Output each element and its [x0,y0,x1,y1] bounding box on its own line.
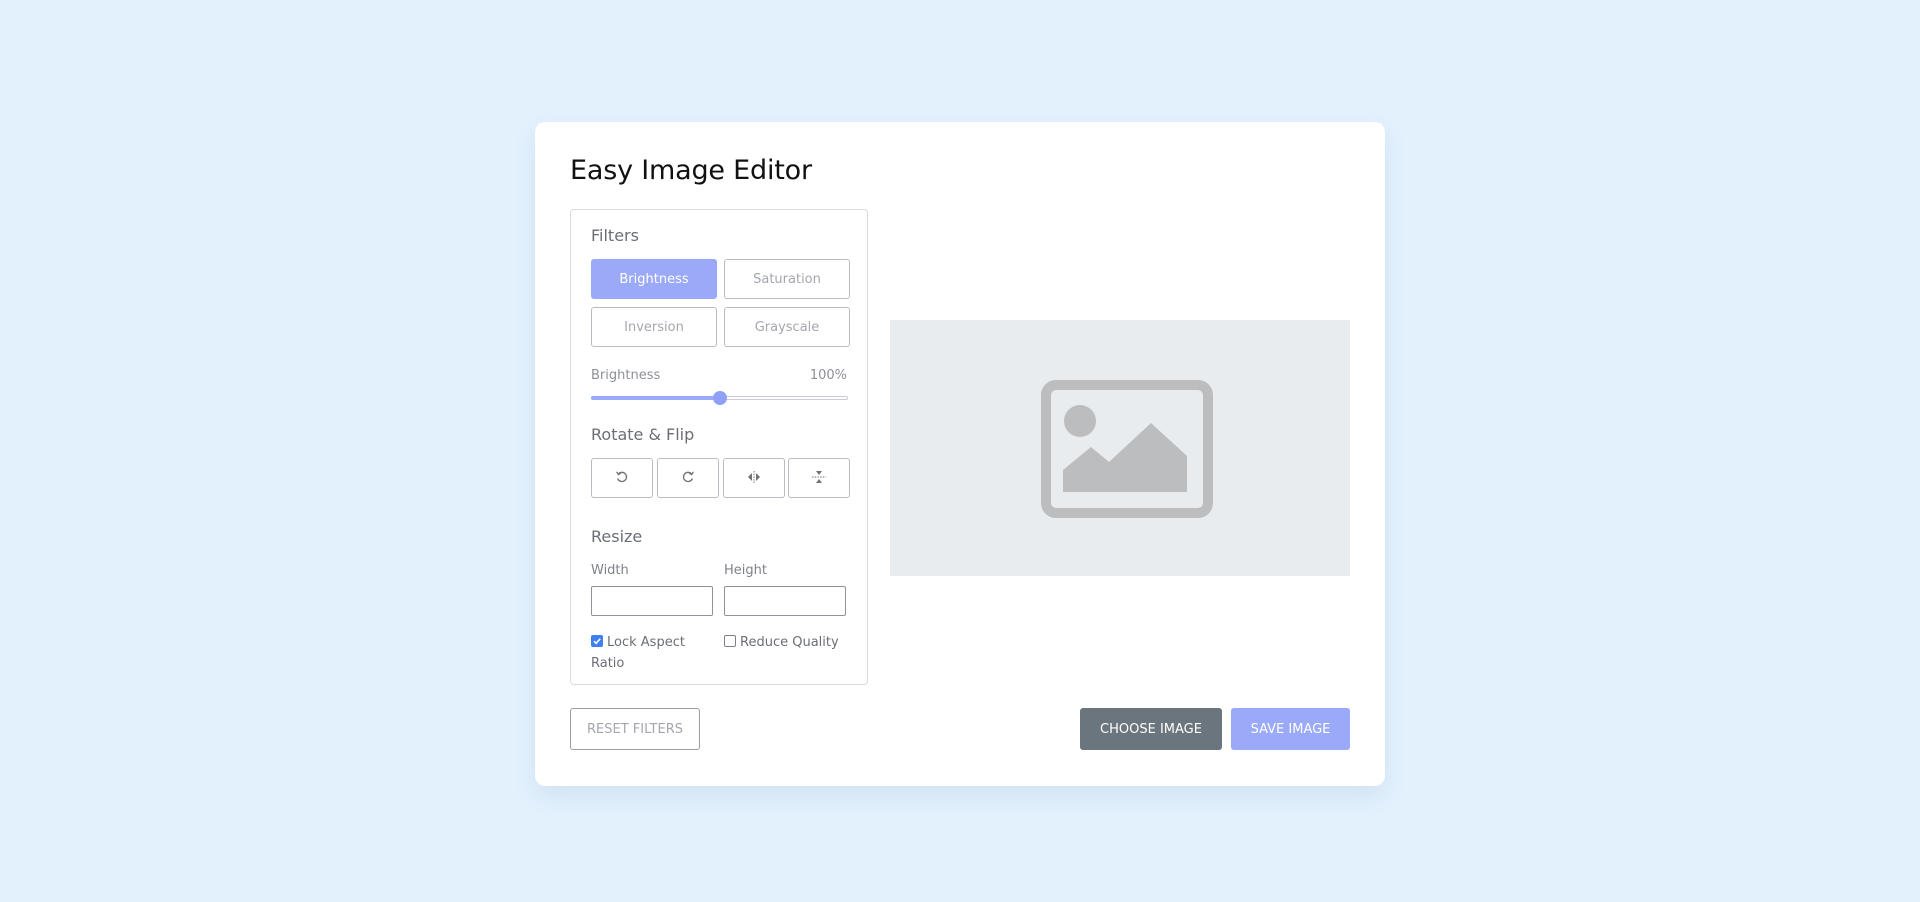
lock-aspect-ratio-label: Lock Aspect Ratio [591,635,685,671]
filter-brightness-button[interactable]: Brightness [591,259,717,299]
rotate-right-button[interactable] [657,458,719,498]
reduce-quality-checkbox-box[interactable] [724,635,736,647]
flip-horizontal-button[interactable] [723,458,785,498]
slider-fill [591,396,720,400]
app-title: Easy Image Editor [570,155,812,186]
controls-panel: Filters Brightness Saturation Inversion … [570,209,868,685]
save-image-button[interactable]: SAVE IMAGE [1231,708,1350,750]
height-label: Height [724,563,767,578]
flip-vertical-icon [811,470,827,487]
lock-aspect-ratio-checkbox-box[interactable] [591,635,603,647]
choose-image-button[interactable]: CHOOSE IMAGE [1080,708,1222,750]
image-placeholder-icon [1041,380,1213,522]
flip-vertical-button[interactable] [788,458,850,498]
brightness-slider[interactable] [591,391,848,405]
filter-saturation-button[interactable]: Saturation [724,259,850,299]
height-input[interactable] [724,586,846,616]
resize-title: Resize [591,527,643,546]
width-label: Width [591,563,629,578]
flip-horizontal-icon [746,470,762,487]
image-preview [890,320,1350,576]
width-input[interactable] [591,586,713,616]
rotate-left-button[interactable] [591,458,653,498]
reduce-quality-label: Reduce Quality [740,635,839,650]
filter-inversion-button[interactable]: Inversion [591,307,717,347]
slider-thumb[interactable] [712,391,727,405]
rotate-flip-title: Rotate & Flip [591,425,695,444]
rotate-left-icon [615,470,629,487]
reset-filters-button[interactable]: RESET FILTERS [570,708,700,750]
lock-aspect-ratio-checkbox[interactable]: Lock Aspect Ratio [591,632,709,674]
slider-name-label: Brightness [591,368,661,383]
rotate-right-icon [681,470,695,487]
reduce-quality-checkbox[interactable]: Reduce Quality [724,632,852,653]
filter-grayscale-button[interactable]: Grayscale [724,307,850,347]
slider-value-label: 100% [809,368,847,383]
filters-title: Filters [591,226,639,245]
editor-card: Easy Image Editor Filters Brightness Sat… [535,122,1385,786]
